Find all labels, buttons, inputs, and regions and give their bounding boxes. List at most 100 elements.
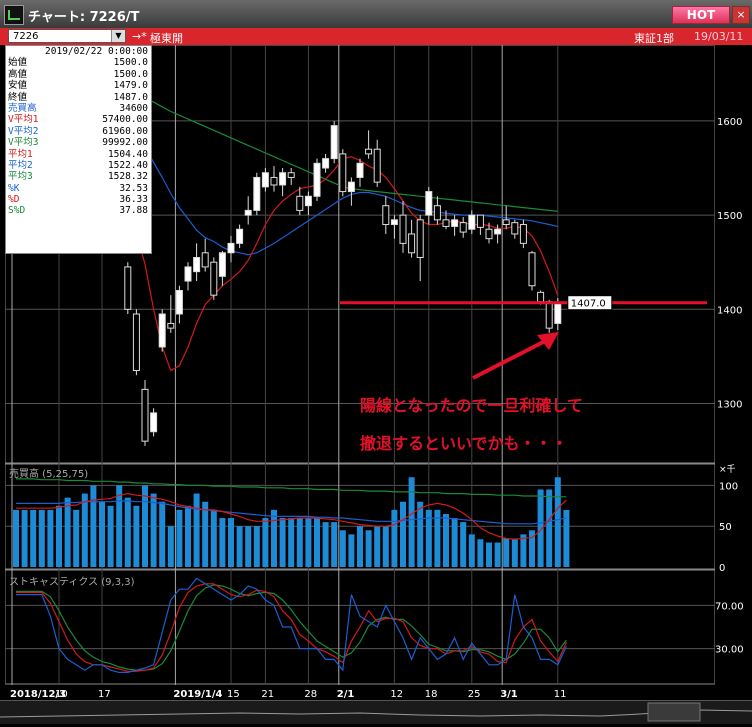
x-axis: 2018/12/310 17 2019/1/4 15 21 28 2/1 12 18 25 3/1 1… bbox=[10, 689, 567, 700]
volume-bar bbox=[391, 509, 398, 567]
volume-bar bbox=[331, 522, 338, 567]
date-tick-label: 2/1 bbox=[337, 689, 355, 700]
volume-bar bbox=[142, 485, 148, 567]
candlestick bbox=[132, 313, 140, 372]
info-label: 平均1 bbox=[8, 148, 33, 160]
volume-bar bbox=[176, 509, 183, 567]
annotation-line-1: 陽線となったので一旦利確して bbox=[360, 396, 584, 415]
volume-bar bbox=[288, 518, 295, 567]
info-label: V平均1 bbox=[8, 114, 39, 126]
info-value: 1479.0 bbox=[113, 80, 148, 92]
close-icon[interactable]: × bbox=[732, 6, 750, 24]
volume-bar bbox=[408, 477, 415, 567]
volume-bar bbox=[365, 530, 372, 567]
volume-tick-label: 100 bbox=[719, 481, 738, 492]
right-axis-panel: 1600 1500 1400 1300 ×千 100 50 0 70.00 30.00 bbox=[715, 45, 752, 685]
volume-bar bbox=[64, 497, 71, 567]
candlestick bbox=[330, 125, 338, 160]
candlestick bbox=[537, 291, 545, 303]
candlestick bbox=[476, 214, 484, 228]
volume-bar bbox=[193, 493, 200, 567]
info-label: 平均2 bbox=[8, 159, 33, 171]
info-value: 1522.40 bbox=[107, 159, 148, 171]
volume-bar bbox=[486, 542, 492, 567]
info-label: 終値 bbox=[8, 91, 28, 103]
candlestick bbox=[408, 233, 416, 254]
candlestick bbox=[253, 176, 261, 211]
candlestick bbox=[416, 219, 424, 258]
volume-bar bbox=[81, 493, 88, 567]
date-label: 19/03/11 bbox=[694, 30, 744, 43]
info-label: V平均3 bbox=[8, 137, 39, 149]
info-value: 57400.00 bbox=[102, 114, 148, 126]
info-row: 終値 1487.0 bbox=[6, 92, 151, 103]
volume-bar bbox=[262, 518, 269, 567]
volume-bar bbox=[305, 518, 312, 567]
date-tick-label: 2019/1/4 bbox=[173, 689, 222, 700]
candlestick bbox=[175, 289, 183, 315]
volume-bar bbox=[253, 526, 260, 567]
volume-bar bbox=[116, 485, 123, 567]
chevron-down-icon[interactable]: ▼ bbox=[111, 30, 125, 42]
volume-bar bbox=[494, 542, 501, 567]
volume-bar bbox=[107, 505, 114, 567]
info-row: %K 32.53 bbox=[6, 183, 151, 194]
volume-bar bbox=[13, 509, 19, 567]
info-row: 高値 1500.0 bbox=[6, 69, 151, 80]
volume-tick-label: 0 bbox=[719, 563, 725, 574]
volume-bar bbox=[322, 522, 329, 567]
date-tick-label: 15 bbox=[227, 689, 240, 700]
scroll-thumb[interactable] bbox=[647, 702, 701, 722]
hot-button[interactable]: HOT bbox=[672, 6, 730, 24]
candlestick bbox=[347, 181, 355, 193]
candlestick bbox=[141, 388, 149, 442]
volume-bar bbox=[460, 522, 467, 567]
volume-bar bbox=[124, 497, 131, 567]
date-tick-label: 17 bbox=[98, 689, 111, 700]
candlestick bbox=[193, 257, 201, 273]
date-tick-label: 3/1 bbox=[500, 689, 518, 700]
volume-bar bbox=[159, 501, 166, 567]
candlestick bbox=[124, 266, 132, 310]
candlestick bbox=[519, 224, 527, 244]
stock-code-dropdown[interactable]: 7226 ▼ bbox=[8, 29, 126, 43]
info-row: 安値 1479.0 bbox=[6, 80, 151, 91]
candlestick bbox=[433, 205, 441, 221]
volume-bar bbox=[228, 518, 234, 567]
candlestick bbox=[528, 252, 536, 287]
volume-bar bbox=[339, 530, 346, 567]
info-row: 平均2 1522.40 bbox=[6, 160, 151, 171]
data-info-box: 2019/02/22 0:00:00 始値 1500.0 高値 1500.0 安値 147… bbox=[5, 45, 152, 254]
info-row: 平均1 1504.40 bbox=[6, 149, 151, 160]
info-row: 平均3 1528.32 bbox=[6, 171, 151, 182]
candlestick bbox=[502, 219, 510, 226]
volume-bar bbox=[400, 501, 406, 567]
info-value: 99992.00 bbox=[102, 137, 148, 149]
candlestick bbox=[382, 205, 390, 226]
title-bar[interactable]: チャート: 7226/T HOT × bbox=[0, 0, 752, 29]
volume-bar bbox=[417, 501, 424, 567]
volume-bar bbox=[443, 513, 449, 567]
candlestick bbox=[494, 228, 502, 235]
candlestick bbox=[304, 195, 312, 207]
volume-bar bbox=[133, 505, 140, 567]
info-value: 1500.0 bbox=[113, 68, 148, 80]
info-row: S%D 37.88 bbox=[6, 205, 151, 216]
candlestick bbox=[210, 261, 218, 296]
date-tick-label: 12 bbox=[390, 689, 403, 700]
info-row: 始値 1500.0 bbox=[6, 57, 151, 68]
info-label: 高値 bbox=[8, 68, 28, 80]
volume-bar bbox=[468, 534, 475, 567]
candlestick bbox=[511, 222, 519, 235]
date-tick-label: 28 bbox=[304, 689, 317, 700]
candlestick bbox=[468, 214, 476, 230]
volume-bar bbox=[520, 534, 527, 567]
info-value: 32.53 bbox=[119, 182, 148, 194]
arrow-link[interactable]: →* bbox=[132, 30, 147, 43]
candlestick bbox=[158, 313, 166, 348]
volume-bar bbox=[271, 509, 277, 567]
volume-unit-label: ×千 bbox=[719, 464, 736, 475]
chart-scrollbar[interactable] bbox=[0, 700, 752, 724]
volume-bar bbox=[357, 526, 363, 567]
info-label: 売買高 bbox=[8, 102, 37, 114]
